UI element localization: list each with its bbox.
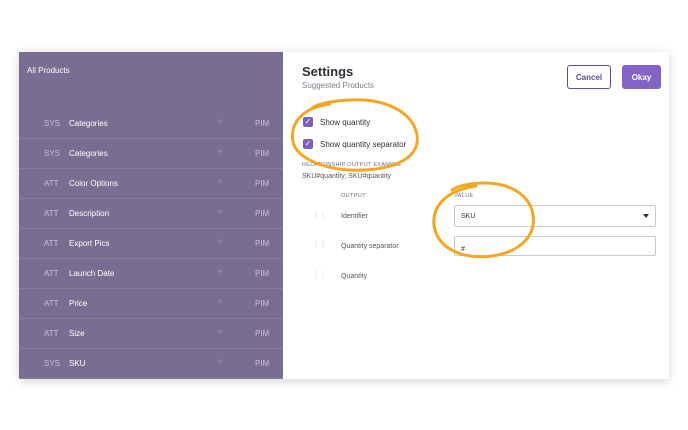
row-name: Export Pics — [69, 239, 110, 248]
settings-subtitle: Suggested Products — [302, 81, 375, 90]
plus-icon[interactable]: + — [217, 327, 223, 338]
row-source: PIM — [255, 179, 270, 188]
drag-handle-icon[interactable]: ⋮⋮ — [312, 241, 327, 252]
row-source: PIM — [255, 299, 270, 308]
identifier-select-value: SKU — [461, 213, 476, 220]
table-row[interactable]: ATT Price + PIM — [19, 289, 283, 319]
output-column-header: OUTPUT — [341, 193, 367, 199]
row-name: Size — [69, 329, 85, 338]
row-source: PIM — [255, 239, 270, 248]
row-source: PIM — [255, 119, 270, 128]
output-example-label: RELATIONSHIP OUTPUT EXAMPLE — [302, 162, 402, 168]
output-label-quantity: Quantity — [341, 273, 368, 280]
okay-button[interactable]: Okay — [622, 65, 661, 89]
row-type: SYS — [44, 119, 61, 128]
value-column-header: VALUE — [454, 193, 474, 199]
cancel-button[interactable]: Cancel — [567, 65, 611, 89]
attribute-list-panel: All Products SYS Categories + PIM SYS Categor… — [19, 52, 283, 379]
show-separator-checkbox[interactable]: ✓ — [303, 139, 313, 149]
row-type: ATT — [44, 209, 59, 218]
drag-handle-icon[interactable]: ⋮⋮ — [312, 271, 327, 282]
show-separator-option[interactable]: ✓ Show quantity separator — [303, 139, 406, 149]
row-name: Color Options — [69, 179, 118, 188]
show-quantity-option[interactable]: ✓ Show quantity — [303, 117, 370, 127]
row-type: ATT — [44, 239, 59, 248]
chevron-down-icon — [643, 214, 649, 218]
row-type: SYS — [44, 359, 61, 368]
modal-card: All Products SYS Categories + PIM SYS Categor… — [19, 52, 669, 379]
table-row[interactable]: ATT Color Options + PIM — [19, 169, 283, 199]
table-row[interactable]: ATT Size + PIM — [19, 319, 283, 349]
row-name: Price — [69, 299, 88, 308]
settings-title: Settings — [302, 64, 354, 79]
show-separator-label: Show quantity separator — [320, 139, 407, 149]
row-type: ATT — [44, 299, 59, 308]
plus-icon[interactable]: + — [217, 117, 223, 128]
table-row[interactable]: ATT Launch Date + PIM — [19, 259, 283, 289]
row-name: Categories — [69, 119, 108, 128]
row-name: Launch Date — [69, 269, 115, 278]
row-type: ATT — [44, 179, 59, 188]
table-row[interactable]: SYS Categories + PIM — [19, 139, 283, 169]
output-label-identifier: Identifier — [341, 213, 368, 220]
output-label-separator: Quantity separator — [341, 243, 399, 250]
table-row[interactable]: SYS Categories + PIM — [19, 109, 283, 139]
row-source: PIM — [255, 329, 270, 338]
row-type: SYS — [44, 149, 61, 158]
row-source: PIM — [255, 269, 270, 278]
row-type: ATT — [44, 269, 59, 278]
table-row[interactable]: SYS SKU + PIM — [19, 349, 283, 379]
show-quantity-label: Show quantity — [320, 117, 371, 127]
plus-icon[interactable]: + — [217, 267, 223, 278]
screen: All Products SYS Categories + PIM SYS Categor… — [0, 0, 688, 430]
plus-icon[interactable]: + — [217, 237, 223, 248]
plus-icon[interactable]: + — [217, 177, 223, 188]
row-source: PIM — [255, 209, 270, 218]
settings-panel: Settings Suggested Products Cancel Okay … — [283, 52, 669, 379]
separator-input[interactable] — [454, 236, 656, 256]
output-example-value: SKU#quantity, SKU#quantity — [302, 173, 391, 180]
row-name: Categories — [69, 149, 108, 158]
show-quantity-checkbox[interactable]: ✓ — [303, 117, 313, 127]
row-source: PIM — [255, 149, 270, 158]
attribute-rows: SYS Categories + PIM SYS Categories + PIM ATT Col… — [19, 109, 283, 379]
plus-icon[interactable]: + — [217, 297, 223, 308]
plus-icon[interactable]: + — [217, 207, 223, 218]
table-row[interactable]: ATT Export Pics + PIM — [19, 229, 283, 259]
row-source: PIM — [255, 359, 270, 368]
plus-icon[interactable]: + — [217, 357, 223, 368]
row-name: SKU — [69, 359, 86, 368]
table-row[interactable]: ATT Description + PIM — [19, 199, 283, 229]
identifier-select[interactable]: SKU — [454, 205, 656, 227]
drag-handle-icon[interactable]: ⋮⋮ — [312, 211, 327, 222]
row-name: Description — [69, 209, 110, 218]
row-type: ATT — [44, 329, 59, 338]
plus-icon[interactable]: + — [217, 147, 223, 158]
list-header: All Products — [27, 66, 70, 75]
